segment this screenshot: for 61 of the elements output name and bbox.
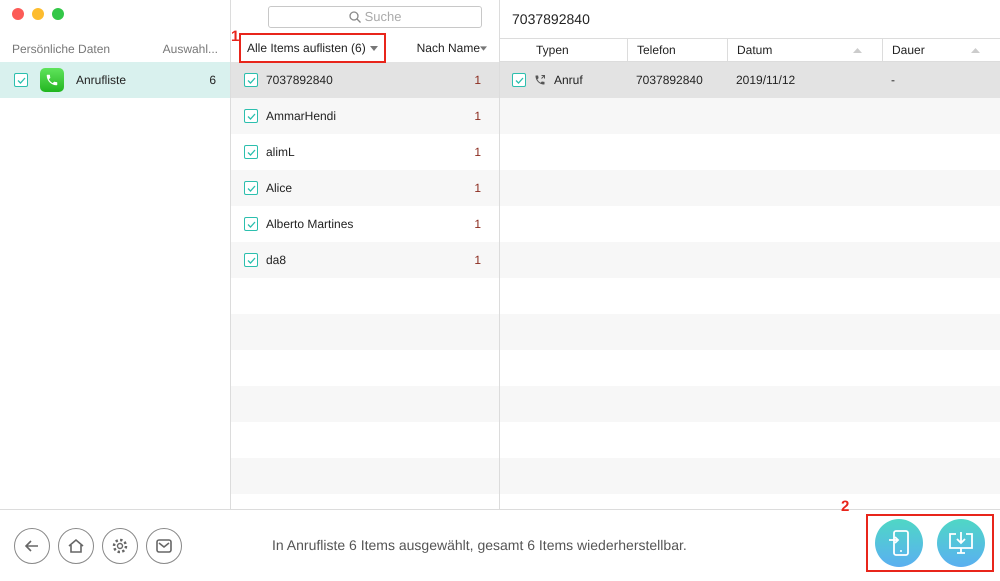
- table-cell-text: -: [891, 72, 895, 89]
- checkbox[interactable]: [14, 73, 28, 87]
- status-text: In Anrufliste 6 Items ausgewählt, gesamt 6 Items wiederherstellbar.: [272, 536, 687, 555]
- list-item[interactable]: AmmarHendi 1: [231, 98, 499, 134]
- mail-icon: [156, 538, 172, 552]
- check-icon: [246, 76, 256, 84]
- list-item[interactable]: 7037892840 1: [231, 62, 499, 98]
- column-header: Persönliche Daten: [12, 41, 110, 58]
- arrow-left-icon: [24, 538, 40, 554]
- back-button[interactable]: [14, 528, 50, 564]
- minimize-window-icon[interactable]: [32, 8, 44, 20]
- sidebar-item[interactable]: Anrufliste 6: [0, 62, 230, 98]
- check-icon: [16, 76, 26, 84]
- gear-icon: [111, 536, 129, 554]
- checkbox[interactable]: [512, 73, 526, 87]
- restore-to-device-button[interactable]: [875, 519, 923, 567]
- annotation-number: 2: [841, 497, 850, 517]
- column-header[interactable]: Telefon: [627, 39, 727, 61]
- check-icon: [514, 76, 524, 84]
- checkbox[interactable]: [244, 253, 258, 267]
- caret-icon: [370, 46, 378, 50]
- search-icon: [348, 11, 361, 23]
- zoom-window-icon[interactable]: [52, 8, 64, 20]
- check-icon: [246, 148, 256, 156]
- phone-call-icon: [534, 74, 546, 86]
- monitor-download-icon: [948, 531, 974, 555]
- checkbox[interactable]: [244, 181, 258, 195]
- table-cell-text: 2019/11/12: [736, 72, 796, 89]
- filter-dropdown[interactable]: Alle Items auflisten (6): [239, 33, 386, 63]
- table-cell-text: 7037892840: [636, 72, 703, 89]
- check-icon: [246, 112, 256, 120]
- download-to-computer-button[interactable]: [937, 519, 985, 567]
- column-header: Auswahl...: [162, 41, 218, 58]
- column-header[interactable]: Dauer: [882, 39, 1000, 61]
- sort-dropdown[interactable]: Nach Name: [416, 39, 487, 57]
- table-row[interactable]: Anruf 7037892840 2019/11/12 -: [500, 62, 1000, 98]
- mail-button[interactable]: [146, 528, 182, 564]
- annotation-number: 1: [231, 27, 240, 47]
- list-item[interactable]: Alice 1: [231, 170, 499, 206]
- checkbox[interactable]: [244, 217, 258, 231]
- check-icon: [246, 184, 256, 192]
- detail-title: 7037892840: [512, 10, 590, 28]
- caret-icon: [480, 46, 487, 50]
- settings-button[interactable]: [102, 528, 138, 564]
- checkbox[interactable]: [244, 145, 258, 159]
- search-placeholder: Suche: [364, 8, 402, 26]
- checkbox[interactable]: [244, 73, 258, 87]
- sort-arrow-icon: [853, 48, 862, 52]
- close-window-icon[interactable]: [12, 8, 24, 20]
- column-header[interactable]: Datum: [727, 39, 882, 61]
- sort-arrow-icon: [971, 48, 980, 52]
- phone-icon: [40, 68, 64, 92]
- phone-arrow-icon: [888, 530, 910, 556]
- check-icon: [246, 256, 256, 264]
- table-cell-text: Anruf: [554, 72, 583, 89]
- home-button[interactable]: [58, 528, 94, 564]
- list-item[interactable]: da8 1: [231, 242, 499, 278]
- checkbox[interactable]: [244, 109, 258, 123]
- check-icon: [246, 220, 256, 228]
- column-header[interactable]: Typen: [500, 39, 627, 61]
- home-icon: [67, 538, 85, 554]
